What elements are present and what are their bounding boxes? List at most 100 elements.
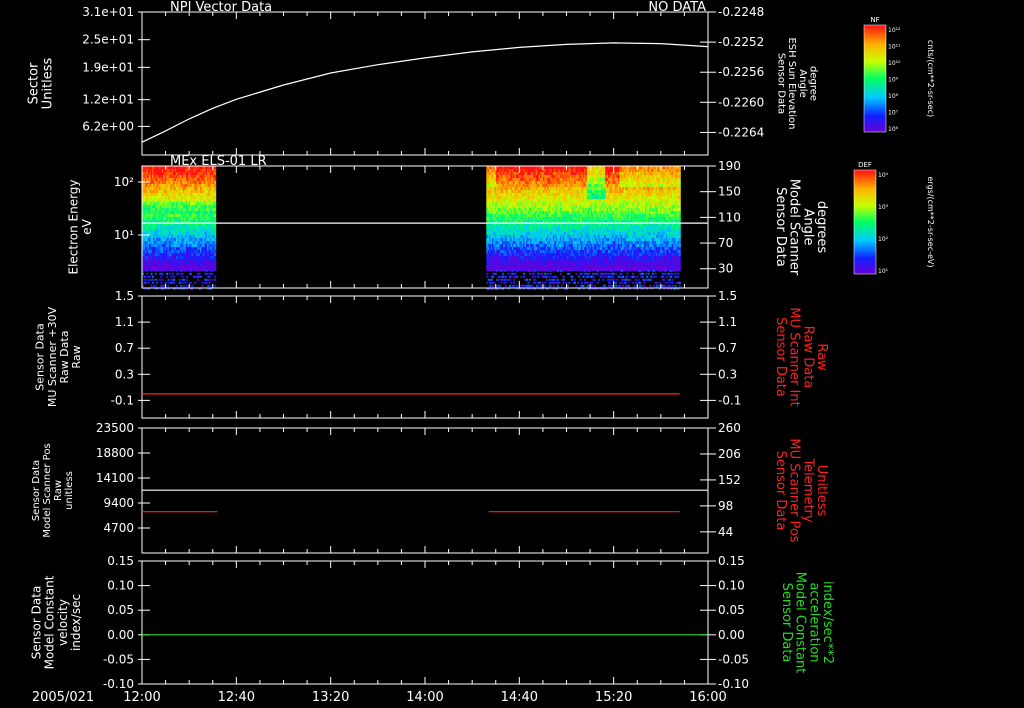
right-y-tick-label: 150 <box>718 185 741 199</box>
y-tick-label: 14100 <box>96 471 134 485</box>
right-axis-label: Sensor DataESH Sun ElevationAngledegree <box>776 37 819 129</box>
colorbar-label: DEF <box>858 161 872 169</box>
right-axis-label: Sensor DataModel Constantaccelerationind… <box>779 572 835 674</box>
right-y-tick-label: 0.3 <box>718 367 737 381</box>
y-tick-label: -0.1 <box>111 393 134 407</box>
y-tick-label: 0.10 <box>107 579 134 593</box>
left-axis-label: Sensor DataModel Scanner PosRawunitless <box>31 443 75 537</box>
colorbar-tick-label: 10¹² <box>888 27 901 34</box>
panel-1: 3.1e+01 2.5e+01 1.9e+01 1.2e+01 6.2e+00 -0.22… <box>26 0 819 156</box>
colorbar-tick-label: 10⁸ <box>888 93 899 100</box>
panel-title: MEx ELS-01 LR <box>170 154 267 169</box>
right-y-tick-label: 152 <box>718 473 741 487</box>
colorbar-2: DEF 10⁴ 10³ 10² 10¹ ergs/(cm**2-sr-sec-eV) <box>853 161 935 275</box>
date-label: 2005/021 <box>32 690 94 705</box>
colorbar-units: ergs/(cm**2-sr-sec-eV) <box>926 176 935 267</box>
colorbar-units: cnts/(cm**2-sr-sec) <box>926 40 935 117</box>
colorbar-tick-label: 10¹¹ <box>888 44 901 51</box>
panel-2: 10² 10¹ 190 150 110 70 30 MEx ELS-01 LR Electron… <box>67 154 829 290</box>
y-tick-label: 0.15 <box>107 554 134 568</box>
left-axis-label: Sensor DataModel Constantvelocityindex/s… <box>29 575 83 669</box>
status-label: NO DATA <box>648 0 706 15</box>
y-tick-label: 0.7 <box>115 341 134 355</box>
colorbar-tick-label: 10¹ <box>878 268 889 275</box>
time-tick-label: 14:40 <box>501 690 538 705</box>
y-tick-label: 1.5 <box>115 289 134 303</box>
y-tick-label: 1.2e+01 <box>82 93 134 107</box>
panel-3: 1.5 1.1 0.7 0.3 -0.1 1.5 1.1 0.7 0.3 -0.1 Sensor D… <box>34 289 829 419</box>
right-y-tick-label: 70 <box>718 236 733 250</box>
y-tick-label: 4700 <box>103 521 134 535</box>
right-y-tick-label: 0.10 <box>718 579 745 593</box>
time-tick-label: 12:40 <box>218 690 255 705</box>
colorbar-gradient <box>863 24 887 133</box>
right-y-tick-label: 1.5 <box>718 289 737 303</box>
right-axis-label: Sensor DataModel ScannerAngledegrees <box>773 179 829 276</box>
y-tick-label: 2.5e+01 <box>82 33 134 47</box>
time-tick-label: 13:20 <box>312 690 349 705</box>
right-y-tick-label: 0.05 <box>718 603 745 617</box>
right-y-tick-label: 30 <box>718 262 733 276</box>
right-y-tick-label: 190 <box>718 159 741 173</box>
colorbar-tick-label: 10¹⁰ <box>888 60 901 67</box>
y-tick-label: 1.9e+01 <box>82 60 134 74</box>
panel-frame <box>141 11 709 156</box>
y-tick-label: 10² <box>114 175 134 189</box>
time-series-plot: 3.1e+01 2.5e+01 1.9e+01 1.2e+01 6.2e+00 -0.22… <box>26 0 935 705</box>
colorbar-tick-label: 10² <box>878 236 889 243</box>
panel-4: 23500 18800 14100 9400 4700 260 206 152 98 44 Sens… <box>31 421 829 554</box>
y-tick-label: 0.05 <box>107 603 134 617</box>
time-tick-label: 16:00 <box>689 690 726 705</box>
panel-frame <box>141 560 709 685</box>
y-tick-label: 1.1 <box>115 315 134 329</box>
right-y-tick-label: 110 <box>718 210 741 224</box>
y-tick-label: 10¹ <box>114 228 134 242</box>
right-y-tick-label: 206 <box>718 447 741 461</box>
series-line <box>141 42 709 143</box>
y-tick-label: 6.2e+00 <box>82 119 134 133</box>
right-y-tick-label: -0.2248 <box>718 5 764 19</box>
colorbar-tick-label: 10³ <box>878 204 889 211</box>
spectrogram <box>142 166 681 290</box>
right-y-tick-label: 0.7 <box>718 341 737 355</box>
right-y-tick-label: -0.10 <box>718 677 749 691</box>
panel-frame <box>141 295 709 419</box>
y-tick-label: 23500 <box>96 421 134 435</box>
colorbar-tick-label: 10⁷ <box>888 110 899 117</box>
right-y-tick-label: -0.05 <box>718 652 749 666</box>
y-tick-label: 18800 <box>96 446 134 460</box>
colorbar-tick-label: 10⁹ <box>888 77 899 84</box>
right-y-tick-label: -0.2260 <box>718 95 764 109</box>
right-y-tick-label: 44 <box>718 525 733 539</box>
right-y-tick-label: 0.15 <box>718 554 745 568</box>
right-axis-label: Sensor DataMU Scanner IntRaw DataRaw <box>773 307 829 406</box>
colorbar-tick-label: 10⁴ <box>878 172 889 179</box>
right-y-tick-label: 0.00 <box>718 628 745 642</box>
right-y-tick-label: -0.2252 <box>718 35 764 49</box>
panel-5: 0.15 0.10 0.05 0.00 -0.05 -0.10 0.15 0.10 0.05 0.… <box>29 554 835 691</box>
left-axis-label: Sensor DataMU Scanner +30VRaw DataRaw <box>34 306 83 407</box>
right-y-tick-label: 1.1 <box>718 315 737 329</box>
time-tick-label: 15:20 <box>595 690 632 705</box>
y-tick-label: 0.3 <box>115 367 134 381</box>
left-axis-label: SectorUnitless <box>26 57 55 109</box>
y-tick-label: -0.10 <box>103 677 134 691</box>
right-axis-label: Sensor DataMU Scanner PosTelemetryUnitle… <box>773 438 829 543</box>
colorbar-label: NF <box>870 16 879 24</box>
y-tick-label: 0.00 <box>107 628 134 642</box>
right-y-tick-label: -0.2264 <box>718 125 764 139</box>
left-axis-label: Electron EnergyeV <box>67 179 94 274</box>
colorbar-gradient <box>853 169 877 275</box>
y-tick-label: -0.05 <box>103 652 134 666</box>
y-tick-label: 9400 <box>103 496 134 510</box>
colorbar-1: NF 10¹² 10¹¹ 10¹⁰ 10⁹ 10⁸ 10⁷ 10⁶ cnts/(cm**2-sr… <box>863 16 935 133</box>
right-y-tick-label: 260 <box>718 421 741 435</box>
right-y-tick-label: -0.2256 <box>718 65 764 79</box>
right-y-tick-label: -0.1 <box>718 393 741 407</box>
panel-title: NPI Vector Data <box>170 0 272 15</box>
colorbar-tick-label: 10⁶ <box>888 126 899 133</box>
time-tick-label: 14:00 <box>406 690 443 705</box>
right-y-tick-label: 98 <box>718 499 733 513</box>
y-tick-label: 3.1e+01 <box>82 5 134 19</box>
time-tick-label: 12:00 <box>123 690 160 705</box>
